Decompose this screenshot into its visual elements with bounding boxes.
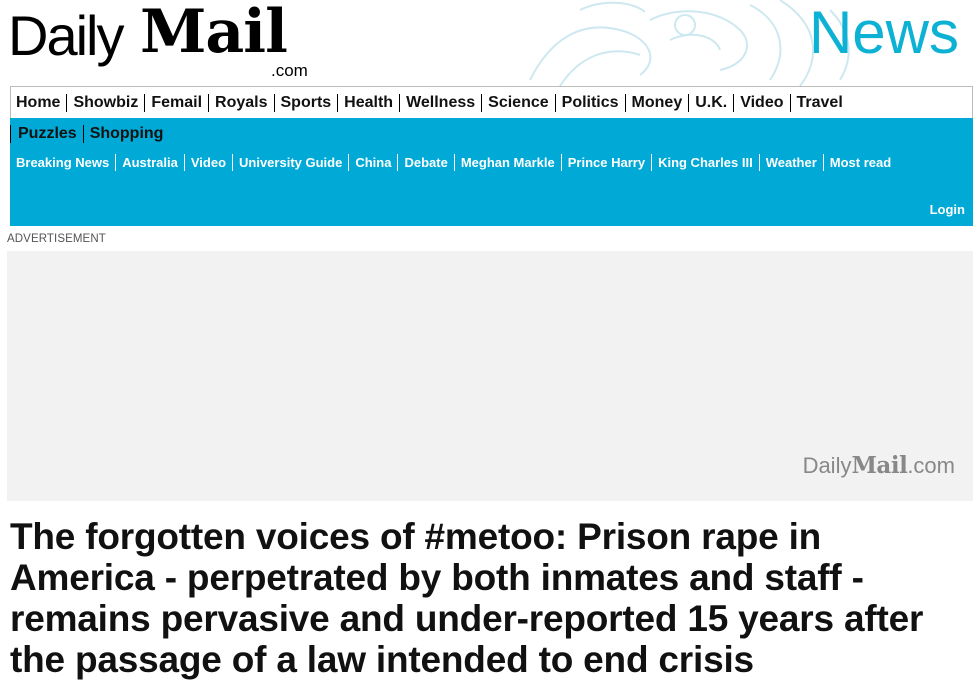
nav-item-sports[interactable]: Sports (273, 94, 338, 112)
logo-mail-text: Mail (140, 0, 288, 67)
article-headline: The forgotten voices of #metoo: Prison r… (10, 516, 924, 680)
primary-nav: Home Showbiz Femail Royals Sports Health… (10, 86, 973, 118)
subnav-item-breaking-news[interactable]: Breaking News (10, 154, 115, 171)
ad-logo-dotcom: .com (907, 453, 955, 478)
sub-nav: Breaking News Australia Video University… (10, 154, 920, 171)
nav-item-shopping[interactable]: Shopping (82, 125, 170, 143)
subnav-item-king-charles[interactable]: King Charles III (651, 154, 759, 171)
nav-item-uk[interactable]: U.K. (688, 94, 733, 112)
nav-item-puzzles[interactable]: Puzzles (10, 125, 83, 143)
subnav-item-debate[interactable]: Debate (397, 154, 453, 171)
ad-placeholder-logo: DailyMail.com (803, 453, 955, 479)
advertisement-slot[interactable]: DailyMail.com (7, 251, 973, 501)
nav-item-femail[interactable]: Femail (144, 94, 208, 112)
nav-item-video[interactable]: Video (733, 94, 789, 112)
nav-item-politics[interactable]: Politics (554, 94, 625, 112)
ad-logo-mail: Mail (851, 452, 908, 479)
subnav-item-meghan-markle[interactable]: Meghan Markle (453, 154, 561, 171)
ad-logo-daily: Daily (802, 453, 852, 478)
login-link[interactable]: Login (930, 202, 965, 217)
masthead: Daily Mail .com News (0, 0, 973, 86)
nav-item-science[interactable]: Science (481, 94, 554, 112)
subnav-item-most-read[interactable]: Most read (822, 154, 897, 171)
logo-daily-text: Daily (8, 4, 124, 67)
subnav-item-university-guide[interactable]: University Guide (232, 154, 348, 171)
advertisement-label: ADVERTISEMENT (7, 233, 106, 245)
nav-item-health[interactable]: Health (337, 94, 399, 112)
subnav-item-australia[interactable]: Australia (115, 154, 184, 171)
nav-item-travel[interactable]: Travel (789, 94, 849, 112)
subnav-item-prince-harry[interactable]: Prince Harry (560, 154, 651, 171)
nav-item-royals[interactable]: Royals (208, 94, 273, 112)
nav-item-money[interactable]: Money (624, 94, 689, 112)
logo-dotcom-text: .com (271, 61, 308, 80)
subnav-item-weather[interactable]: Weather (758, 154, 823, 171)
nav-item-showbiz[interactable]: Showbiz (66, 94, 144, 112)
subnav-item-china[interactable]: China (348, 154, 397, 171)
secondary-nav-bar: Puzzles Shopping Breaking News Australia… (10, 118, 973, 226)
section-title[interactable]: News (809, 0, 959, 66)
subnav-item-video[interactable]: Video (183, 154, 232, 171)
nav-item-home[interactable]: Home (16, 94, 66, 112)
nav-item-wellness[interactable]: Wellness (399, 94, 481, 112)
